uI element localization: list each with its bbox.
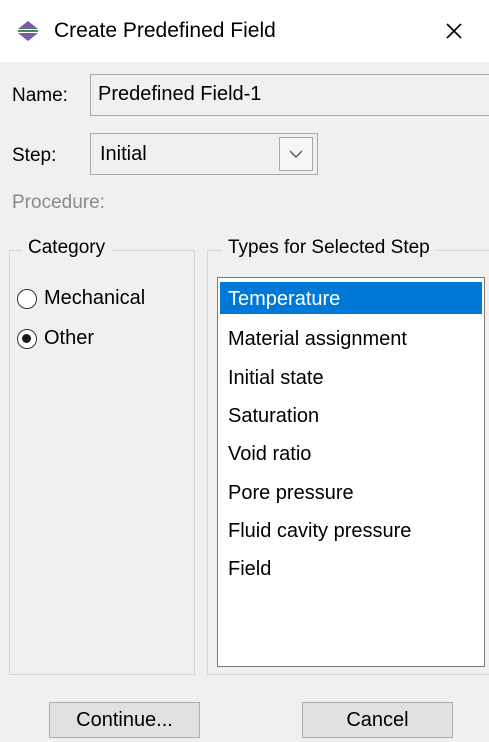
step-value: Initial bbox=[100, 143, 147, 165]
radio-button[interactable] bbox=[17, 289, 37, 309]
chevron-down-icon bbox=[289, 150, 303, 158]
name-field[interactable]: Predefined Field-1 bbox=[90, 74, 489, 116]
list-item[interactable]: Pore pressure bbox=[220, 476, 482, 508]
list-item[interactable]: Void ratio bbox=[220, 437, 482, 469]
radio-selected-dot bbox=[22, 334, 31, 343]
category-group bbox=[9, 250, 195, 675]
step-label: Step: bbox=[12, 145, 57, 166]
list-item[interactable]: Initial state bbox=[220, 361, 482, 393]
list-item[interactable]: Fluid cavity pressure bbox=[220, 514, 482, 546]
types-listbox[interactable]: Temperature Material assignment Initial … bbox=[217, 277, 485, 667]
title-bar: Create Predefined Field bbox=[0, 0, 489, 62]
name-label: Name: bbox=[12, 85, 68, 106]
close-button[interactable] bbox=[430, 10, 478, 52]
list-item[interactable]: Saturation bbox=[220, 399, 482, 431]
window-title: Create Predefined Field bbox=[54, 19, 276, 42]
radio-button-selected[interactable] bbox=[17, 329, 37, 349]
types-title: Types for Selected Step bbox=[222, 237, 436, 259]
radio-label-mechanical: Mechanical bbox=[44, 287, 146, 309]
list-item[interactable]: Material assignment bbox=[220, 322, 482, 354]
list-item[interactable]: Field bbox=[220, 552, 482, 584]
predefined-field-icon bbox=[18, 21, 38, 41]
close-icon bbox=[446, 23, 462, 39]
procedure-label: Procedure: bbox=[12, 192, 105, 213]
cancel-button[interactable]: Cancel bbox=[302, 702, 453, 738]
continue-button[interactable]: Continue... bbox=[49, 702, 200, 738]
radio-label-other: Other bbox=[44, 327, 95, 349]
category-title: Category bbox=[22, 237, 112, 259]
list-item[interactable]: Temperature bbox=[220, 282, 482, 314]
step-dropdown-button[interactable] bbox=[279, 137, 313, 171]
step-select[interactable]: Initial bbox=[90, 133, 318, 175]
